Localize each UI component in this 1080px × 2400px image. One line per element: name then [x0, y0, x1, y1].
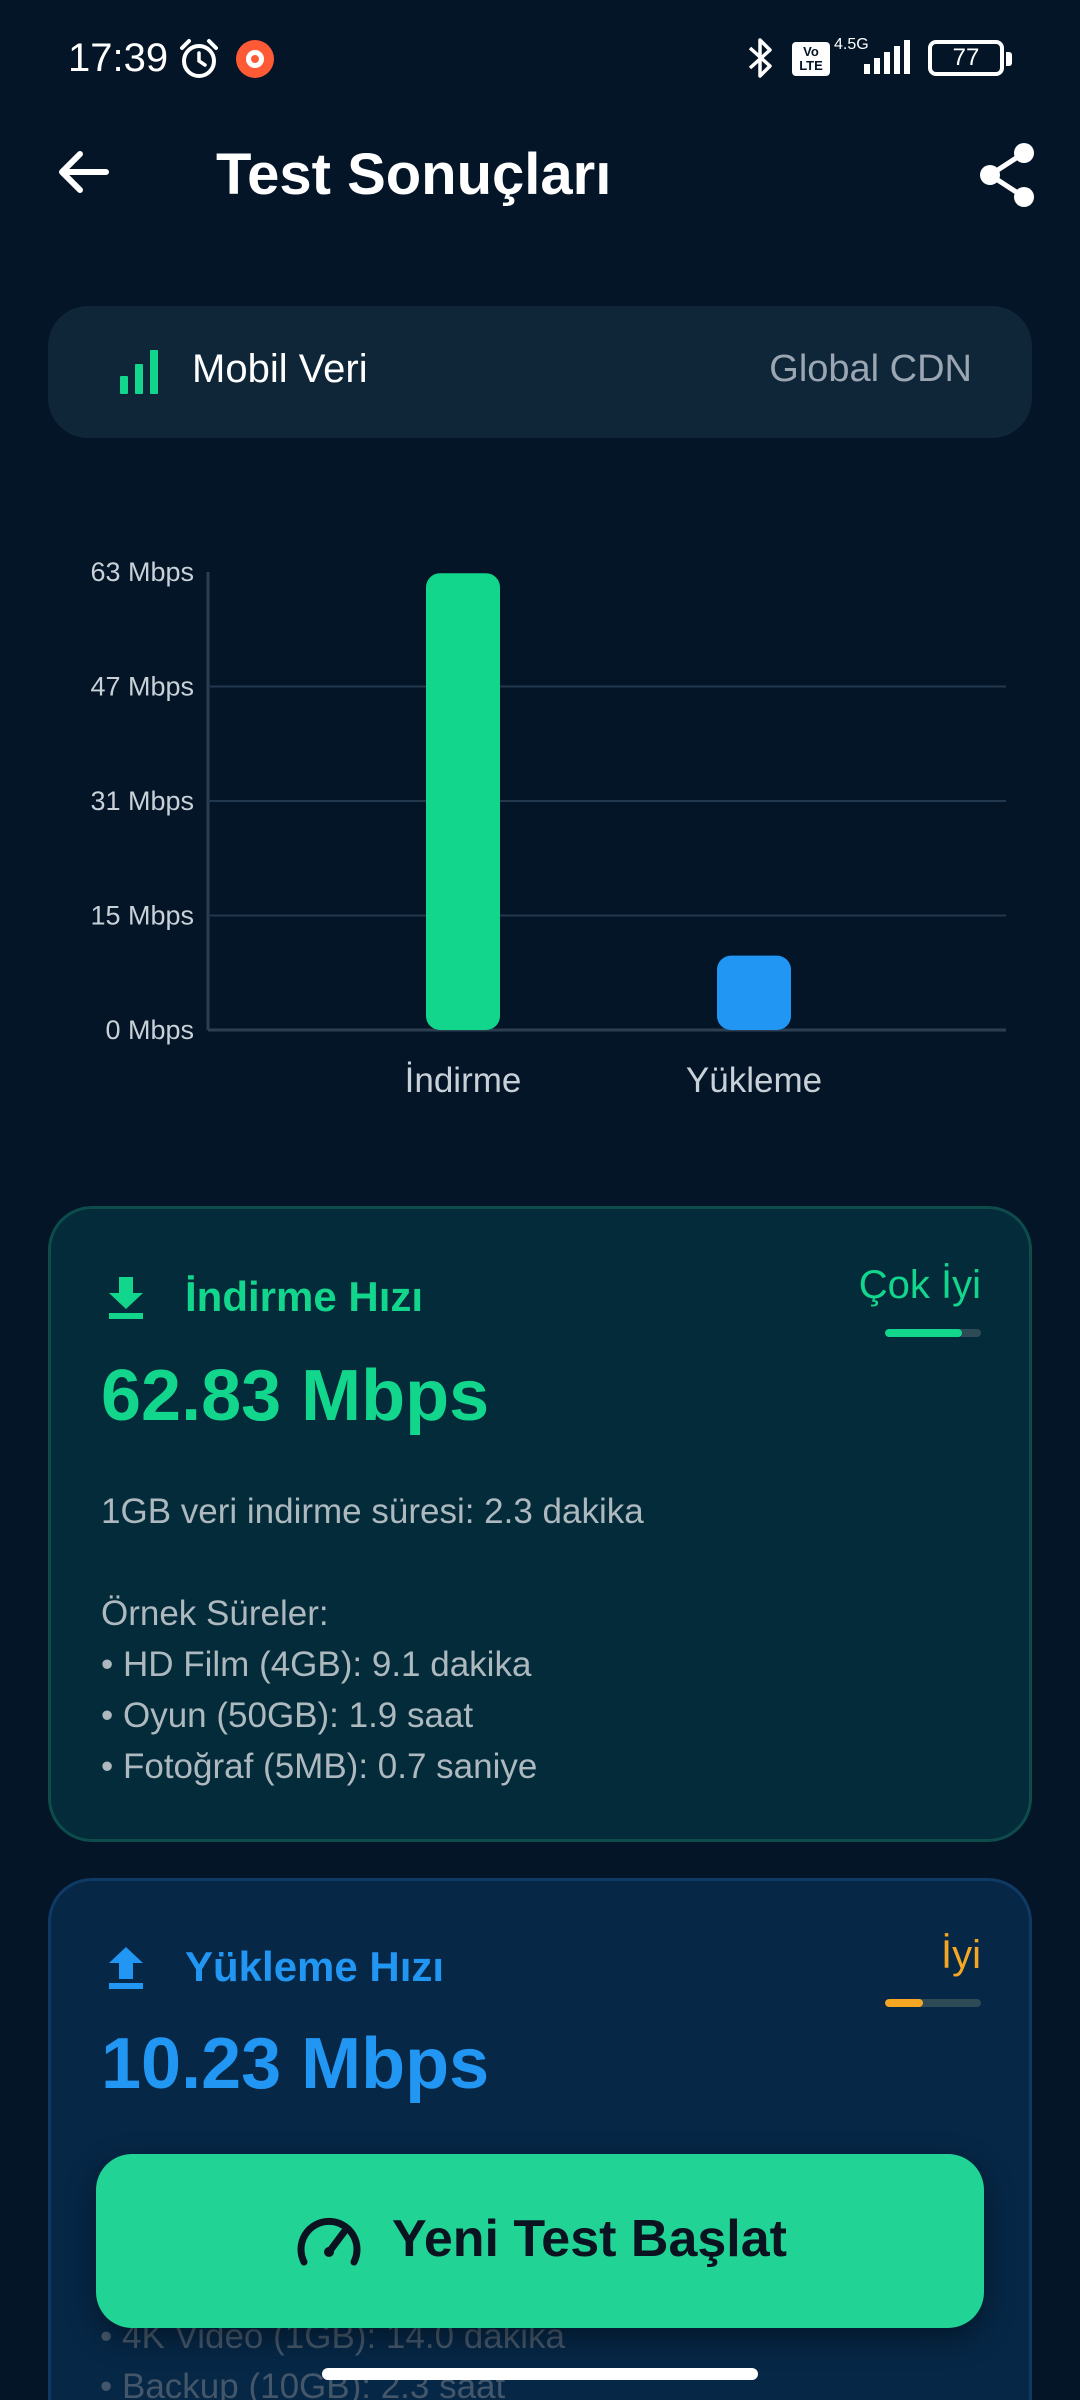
status-time: 17:39 [68, 36, 169, 80]
share-icon[interactable] [976, 140, 1040, 210]
speed-chart-svg: 0 Mbps 15 Mbps 31 Mbps 47 Mbps 63 Mbps İndirm… [90, 557, 1006, 1100]
alarm-icon [180, 39, 218, 78]
screen-record-icon [236, 40, 274, 78]
status-bar: 17:39 Vo LTE 4.5G 77 [0, 0, 1080, 118]
back-arrow-icon[interactable] [52, 140, 116, 204]
new-test-label: Yeni Test Başlat [392, 2210, 787, 2268]
upload-speed: 10.23 Mbps [101, 2024, 490, 2104]
download-rating-fill [885, 1329, 962, 1337]
download-detail: 1GB veri indirme süresi: 2.3 dakika [101, 1492, 644, 1531]
battery-level: 77 [952, 44, 980, 71]
connection-card: Mobil Veri Global CDN [48, 306, 1032, 438]
download-rating: Çok İyi [858, 1263, 981, 1307]
test-server: Global CDN [769, 348, 972, 390]
page-title: Test Sonuçları [216, 142, 612, 207]
signal-bars-icon [120, 350, 158, 394]
upload-title: Yükleme Hızı [185, 1943, 445, 1990]
y-tick-label: 0 Mbps [105, 1015, 194, 1045]
y-tick-label: 31 Mbps [90, 786, 194, 816]
y-tick-label: 63 Mbps [90, 557, 194, 587]
download-example: • Oyun (50GB): 1.9 saat [101, 1696, 474, 1735]
home-indicator[interactable] [322, 2368, 758, 2380]
download-examples-header: Örnek Süreler: [101, 1594, 329, 1633]
speed-chart: 0 Mbps 15 Mbps 31 Mbps 47 Mbps 63 Mbps İndirm… [0, 520, 1080, 1120]
x-tick-label: İndirme [405, 1061, 522, 1100]
download-card: İndirme Hızı Çok İyi 62.83 Mbps 1GB veri… [48, 1206, 1032, 1842]
bar-download [426, 573, 500, 1030]
signal-icon [864, 40, 910, 74]
download-example: • HD Film (4GB): 9.1 dakika [101, 1645, 532, 1684]
new-test-button[interactable]: Yeni Test Başlat [96, 2154, 984, 2328]
bar-upload [717, 955, 791, 1030]
y-tick-label: 47 Mbps [90, 672, 194, 702]
download-example: • Fotoğraf (5MB): 0.7 saniye [101, 1747, 538, 1786]
download-speed: 62.83 Mbps [101, 1356, 490, 1436]
download-title: İndirme Hızı [185, 1273, 424, 1320]
battery-icon: 77 [928, 40, 1012, 76]
x-tick-label: Yükleme [686, 1061, 822, 1100]
upload-rating: İyi [941, 1933, 981, 1977]
y-tick-label: 15 Mbps [90, 901, 194, 931]
download-icon [109, 1277, 143, 1319]
upload-rating-bar [885, 1999, 981, 2007]
download-rating-bar [885, 1329, 981, 1337]
speedometer-icon [297, 2217, 361, 2266]
connection-type: Mobil Veri [192, 347, 368, 391]
volte-icon: Vo LTE [792, 42, 830, 76]
bluetooth-icon [748, 38, 772, 78]
upload-icon [109, 1947, 143, 1989]
upload-rating-fill [885, 1999, 924, 2007]
